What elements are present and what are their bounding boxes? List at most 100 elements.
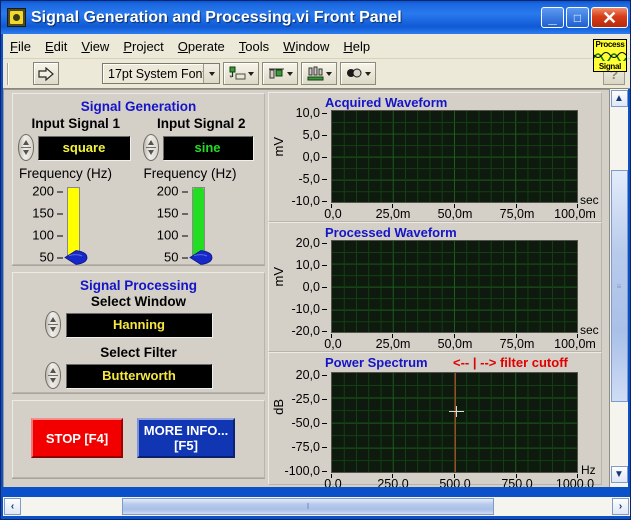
menu-bar: File Edit View Project Operate Tools Win… xyxy=(3,34,630,59)
chevron-down-icon xyxy=(325,71,332,76)
stop-button[interactable]: STOP [F4] xyxy=(31,418,123,458)
chevron-right-icon: › xyxy=(618,501,623,512)
ytick-neg50: -50,0 xyxy=(273,416,327,430)
slider-track-1[interactable] xyxy=(67,187,80,259)
processed-waveform-xlabel: sec xyxy=(580,323,599,337)
acquired-waveform-graph[interactable]: Acquired Waveform mV 10,0 5,0 0,0 -5,0 -… xyxy=(268,92,602,222)
vi-icon-label-bottom: Signal xyxy=(598,62,622,71)
scrollbar-grip-icon: ‖ xyxy=(306,502,310,511)
controls-column: Signal Generation Input Signal 1 square … xyxy=(12,93,265,483)
menu-operate[interactable]: Operate xyxy=(171,37,232,56)
acquired-waveform-plot-area[interactable] xyxy=(331,110,578,203)
ytick-neg20: -20,0 xyxy=(279,324,327,338)
filter-cutoff-annotation: <-- | --> filter cutoff xyxy=(453,355,568,370)
input-signal-1-ring[interactable]: square xyxy=(38,135,130,160)
menu-project[interactable]: Project xyxy=(116,37,170,56)
tick-100: 100 xyxy=(157,228,188,243)
select-window-ring[interactable]: Hanning xyxy=(66,312,212,337)
xtick-0: 0,0 xyxy=(324,477,342,487)
chevron-down-icon xyxy=(286,71,293,76)
maximize-button[interactable]: □ xyxy=(566,7,589,28)
select-filter-label: Select Filter xyxy=(100,345,177,360)
xtick-1000: 1000,0 xyxy=(555,477,595,487)
align-objects-dropdown[interactable] xyxy=(262,62,298,85)
font-selector[interactable]: 17pt System Font xyxy=(102,63,220,84)
toolbar-separator xyxy=(7,62,9,85)
xtick-100m: 100,0m xyxy=(554,337,596,351)
input-signal-1-frequency-label: Frequency (Hz) xyxy=(19,166,113,181)
ytick-neg10: -10,0 xyxy=(283,194,327,208)
processed-waveform-graph[interactable]: Processed Waveform mV 20,0 10,0 0,0 -10,… xyxy=(268,222,602,352)
processed-waveform-title: Processed Waveform xyxy=(325,225,457,240)
input-signal-2-frequency-slider[interactable]: 200 150 100 50 xyxy=(140,183,258,268)
menu-file[interactable]: File xyxy=(3,37,38,56)
xtick-50m: 50,0m xyxy=(437,337,473,351)
tick-200: 200 xyxy=(32,184,63,199)
scroll-down-button[interactable]: ▼ xyxy=(610,466,628,483)
tick-50: 50 xyxy=(164,250,187,265)
select-filter-ring[interactable]: Butterworth xyxy=(66,363,212,388)
power-spectrum-graph[interactable]: Power Spectrum <-- | --> filter cutoff d… xyxy=(268,352,602,487)
processed-waveform-plot-area[interactable] xyxy=(331,240,578,333)
reorder-objects-dropdown[interactable] xyxy=(340,62,376,85)
run-button[interactable] xyxy=(33,62,59,85)
vi-icon-label-top: Process xyxy=(595,40,625,49)
menu-window[interactable]: Window xyxy=(276,37,336,56)
close-button[interactable]: ✕ xyxy=(591,7,628,28)
chevron-left-icon: ‹ xyxy=(10,501,15,512)
horizontal-scrollbar-thumb[interactable]: ‖ xyxy=(122,498,494,515)
more-info-label-line1: MORE INFO... xyxy=(143,423,229,438)
menu-help[interactable]: Help xyxy=(336,37,377,56)
distribute-objects-dropdown[interactable] xyxy=(301,62,337,85)
more-info-button[interactable]: MORE INFO... [F5] xyxy=(137,418,235,458)
xtick-100m: 100,0m xyxy=(554,207,596,221)
front-panel-canvas: Signal Generation Input Signal 1 square … xyxy=(3,89,609,487)
vertical-scrollbar[interactable]: ▲ ≡ ▼ xyxy=(609,89,628,487)
xtick-75m: 75,0m xyxy=(499,337,535,351)
ytick-20: 20,0 xyxy=(279,236,327,250)
scroll-up-button[interactable]: ▲ xyxy=(610,90,628,107)
input-signal-2-increment-decrement[interactable] xyxy=(142,134,159,161)
horizontal-scrollbar[interactable]: ‹ ‖ › xyxy=(3,497,630,516)
action-buttons-group: STOP [F4] MORE INFO... [F5] xyxy=(12,400,265,478)
input-signal-2-ring[interactable]: sine xyxy=(162,135,253,160)
font-selector-value: 17pt System Font xyxy=(108,66,204,81)
ytick-neg5: -5,0 xyxy=(283,172,327,186)
chevron-down-icon: ▼ xyxy=(614,469,624,480)
input-signal-1-frequency-slider[interactable]: 200 150 100 50 xyxy=(15,183,133,268)
tick-150: 150 xyxy=(157,206,188,221)
xtick-0: 0,0 xyxy=(324,207,342,221)
select-filter-increment-decrement[interactable] xyxy=(45,362,61,389)
menu-edit[interactable]: Edit xyxy=(38,37,74,56)
horizontal-scrollbar-track[interactable]: ‖ xyxy=(21,498,612,515)
scroll-left-button[interactable]: ‹ xyxy=(4,498,21,515)
font-selector-chevron-down-icon[interactable] xyxy=(203,64,219,83)
acquired-waveform-xlabel: sec xyxy=(580,193,599,207)
select-window-increment-decrement[interactable] xyxy=(45,311,61,338)
scroll-right-button[interactable]: › xyxy=(612,498,629,515)
text-settings-dropdown[interactable]: * xyxy=(223,62,259,85)
tick-150: 150 xyxy=(32,206,63,221)
filter-cutoff-cursor-line[interactable] xyxy=(455,373,456,472)
window-controls: _ □ ✕ xyxy=(539,7,628,28)
text-settings-icon: * xyxy=(229,66,245,81)
input-signal-1-label: Input Signal 1 xyxy=(31,116,120,131)
xtick-75m: 75,0m xyxy=(499,207,535,221)
menu-view[interactable]: View xyxy=(74,37,116,56)
ytick-neg10: -10,0 xyxy=(279,302,327,316)
xtick-50m: 50,0m xyxy=(437,207,473,221)
power-spectrum-plot-area[interactable] xyxy=(331,372,578,473)
vertical-scrollbar-thumb[interactable]: ≡ xyxy=(610,170,628,402)
vi-icon[interactable]: Process Signal xyxy=(593,39,627,72)
scrollbar-grip-icon: ≡ xyxy=(616,281,622,291)
ytick-10: 10,0 xyxy=(283,106,327,120)
ytick-0: 0,0 xyxy=(279,280,327,294)
minimize-button[interactable]: _ xyxy=(541,7,564,28)
tick-100: 100 xyxy=(32,228,63,243)
slider-track-2[interactable] xyxy=(191,187,205,259)
signal-generation-title: Signal Generation xyxy=(80,99,197,114)
xtick-500: 500,0 xyxy=(439,477,471,487)
menu-tools[interactable]: Tools xyxy=(232,37,276,56)
minimize-icon: _ xyxy=(548,10,557,27)
input-signal-1-increment-decrement[interactable] xyxy=(18,134,34,161)
